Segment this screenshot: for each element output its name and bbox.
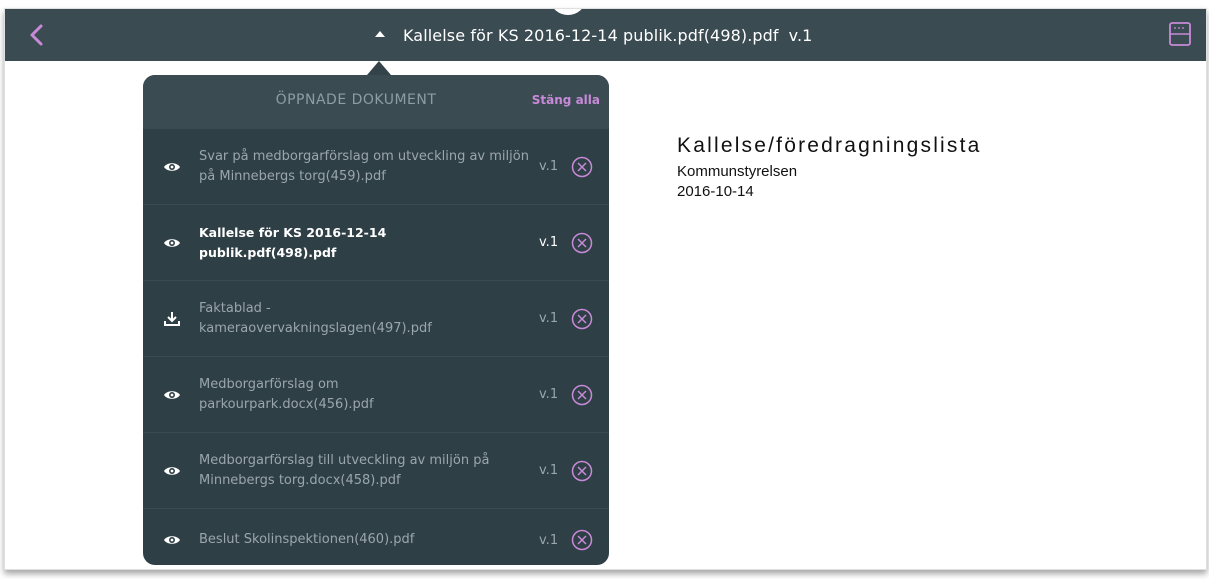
document-version: v.1 — [788, 25, 813, 45]
close-icon[interactable] — [571, 156, 593, 178]
close-icon[interactable] — [571, 460, 593, 482]
document-item-version: v.1 — [539, 387, 559, 402]
panel-header: ÖPPNADE DOKUMENT Stäng alla — [143, 75, 609, 128]
panel-pointer — [367, 61, 391, 75]
document-name: Medborgarförslag om parkourpark.docx(456… — [199, 376, 374, 412]
top-bar: Kallelse för KS 2016-12-14 publik.pdf(49… — [5, 9, 1206, 61]
document-date: 2016-10-14 — [677, 183, 754, 200]
open-documents-panel: ÖPPNADE DOKUMENT Stäng alla Svar på medb… — [143, 75, 609, 565]
document-heading: Kallelse/föredragningslista — [677, 134, 982, 157]
document-name: Kallelse för KS 2016-12-14 publik.pdf(49… — [199, 224, 387, 260]
eye-icon — [164, 238, 180, 247]
document-name: Faktablad - kameraovervakningslagen(497)… — [199, 300, 432, 336]
caret-up-icon — [375, 31, 385, 37]
document-title: Kallelse för KS 2016-12-14 publik.pdf(49… — [403, 25, 779, 45]
document-list-item-active[interactable]: Kallelse för KS 2016-12-14 publik.pdf(49… — [143, 204, 609, 280]
page-layout-button[interactable] — [1168, 21, 1192, 47]
document-item-version: v.1 — [539, 532, 559, 548]
close-icon[interactable] — [571, 529, 593, 551]
document-list-item[interactable]: Beslut Skolinspektionen(460).pdf v.1 — [143, 508, 609, 565]
app-window: Kallelse för KS 2016-12-14 publik.pdf(49… — [4, 8, 1207, 570]
document-item-version: v.1 — [539, 463, 559, 478]
document-list-item[interactable]: Medborgarförslag om parkourpark.docx(456… — [143, 356, 609, 432]
close-icon[interactable] — [571, 308, 593, 330]
document-title-toggle[interactable]: Kallelse för KS 2016-12-14 publik.pdf(49… — [375, 9, 812, 61]
eye-icon — [164, 466, 180, 475]
document-list-item[interactable]: Svar på medborgarförslag om utveckling a… — [143, 128, 609, 204]
close-icon[interactable] — [571, 232, 593, 254]
document-name: Svar på medborgarförslag om utveckling a… — [199, 148, 529, 184]
eye-icon — [164, 390, 180, 399]
back-button[interactable] — [25, 21, 51, 49]
close-icon[interactable] — [571, 384, 593, 406]
eye-icon — [164, 536, 180, 544]
document-name: Medborgarförslag till utveckling av milj… — [199, 452, 490, 488]
document-item-version: v.1 — [539, 311, 559, 326]
close-all-button[interactable]: Stäng alla — [532, 93, 600, 107]
document-organization: Kommunstyrelsen — [677, 163, 798, 180]
eye-icon — [164, 162, 180, 171]
chevron-left-icon — [30, 24, 43, 46]
download-icon — [164, 311, 180, 326]
document-name: Beslut Skolinspektionen(460).pdf — [199, 532, 415, 547]
page-layout-icon — [1169, 22, 1191, 46]
document-item-version: v.1 — [539, 235, 559, 250]
document-list-item[interactable]: Medborgarförslag till utveckling av milj… — [143, 432, 609, 508]
document-list-item[interactable]: Faktablad - kameraovervakningslagen(497)… — [143, 280, 609, 356]
document-item-version: v.1 — [539, 159, 559, 174]
